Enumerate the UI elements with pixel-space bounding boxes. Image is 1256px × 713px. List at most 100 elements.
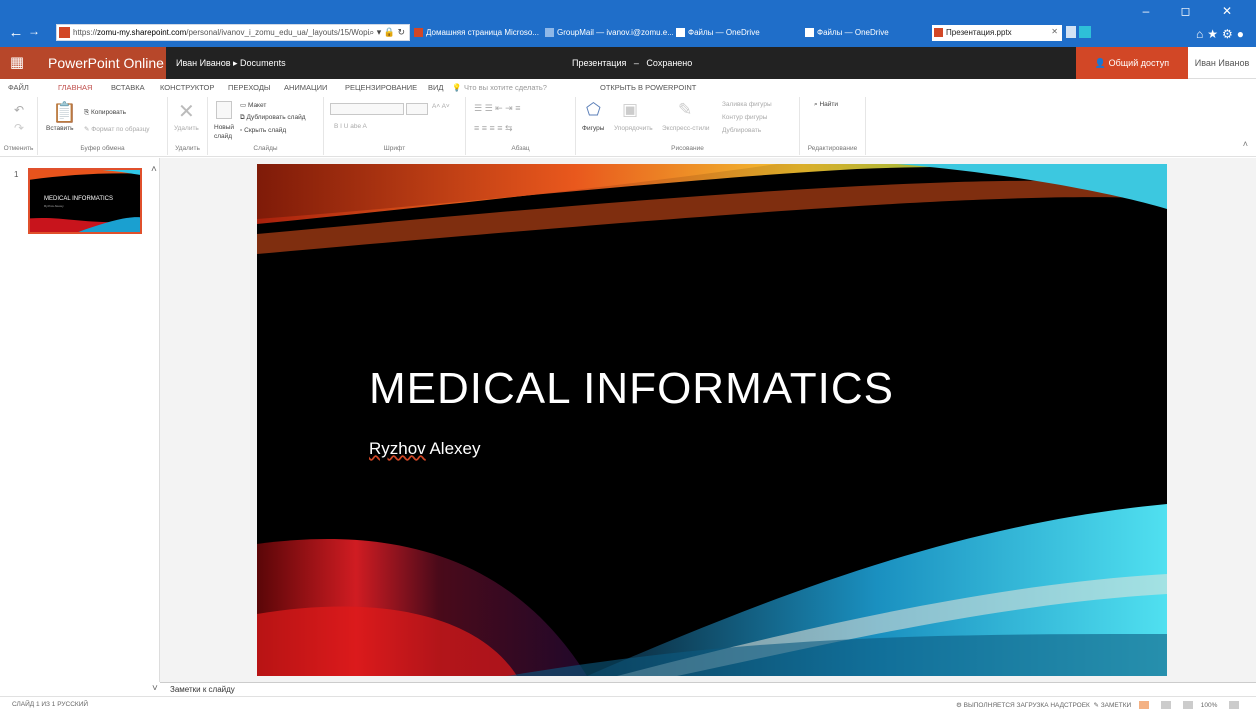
- tell-me-input[interactable]: Что вы хотите сделать?: [464, 83, 547, 92]
- close-tab-icon[interactable]: ✕: [1051, 27, 1058, 36]
- notes-status-button[interactable]: ✎ ЗАМЕТКИ: [1093, 702, 1131, 709]
- browser-tab[interactable]: Домашняя страница Microso...: [412, 25, 542, 41]
- shapes-button[interactable]: Фигуры: [582, 125, 604, 132]
- search-refresh-icon[interactable]: ⌕ ▾ 🔒 ↻: [369, 27, 405, 38]
- user-name[interactable]: Иван Иванов: [1188, 47, 1256, 79]
- shapes-icon[interactable]: ⬠: [586, 100, 601, 120]
- zoom-level[interactable]: 100%: [1201, 702, 1218, 709]
- tab-insert[interactable]: ВСТАВКА: [111, 83, 145, 92]
- layout-button[interactable]: ▭ Макет: [240, 101, 266, 109]
- undo-group: ↶ ↷ Отменить: [0, 97, 38, 155]
- scroll-down-icon[interactable]: ˅: [152, 683, 158, 694]
- redo-icon[interactable]: ↷: [14, 121, 24, 135]
- tab-label: Домашняя страница Microso...: [426, 28, 540, 37]
- fit-slide-icon[interactable]: [1229, 701, 1240, 710]
- lightbulb-icon: 💡: [452, 83, 462, 92]
- font-style-buttons[interactable]: B I U abe A: [334, 123, 367, 130]
- arrange-button[interactable]: Упорядочить: [614, 125, 653, 132]
- tab-design[interactable]: КОНСТРУКТОР: [160, 83, 214, 92]
- paste-button[interactable]: Вставить: [46, 125, 74, 132]
- undo-group-label: Отменить: [3, 145, 34, 152]
- browser-bar: ← → https://zomu-my.sharepoint.com/perso…: [0, 0, 1256, 47]
- drawing-group-label: Рисование: [671, 145, 704, 152]
- shape-fill-button[interactable]: Заливка фигуры: [722, 101, 772, 108]
- delete-icon[interactable]: ✕: [178, 99, 195, 124]
- editing-group: ⌕ Найти Редактирование: [800, 97, 866, 155]
- copy-label: Копировать: [91, 109, 127, 116]
- document-status: Презентация – Сохранено: [572, 47, 692, 79]
- onedrive-icon: [805, 28, 814, 37]
- browser-tab[interactable]: Файлы — OneDrive: [674, 25, 802, 41]
- new-slide-button[interactable]: Новый слайд: [214, 123, 240, 141]
- app-launcher-icon[interactable]: ▦: [0, 47, 34, 79]
- forward-icon[interactable]: →: [26, 24, 42, 38]
- hide-slide-button[interactable]: ▫ Скрыть слайд: [240, 127, 286, 134]
- list-buttons[interactable]: ☰ ☰ ⇤ ⇥ ≡: [474, 103, 520, 114]
- browser-tab-active[interactable]: Презентация.pptx ✕: [932, 25, 1062, 41]
- scroll-up-icon[interactable]: ˄: [151, 164, 157, 175]
- format-painter-button[interactable]: ✎ Формат по образцу: [84, 125, 150, 133]
- paragraph-group-label: Абзац: [511, 145, 530, 152]
- status-separator: –: [633, 58, 639, 68]
- window-controls[interactable]: – ◻ ✕: [1143, 4, 1246, 18]
- align-buttons[interactable]: ≡ ≡ ≡ ≡ ⇆: [474, 123, 513, 134]
- breadcrumb[interactable]: Иван Иванов ▸ Documents: [176, 47, 286, 79]
- duplicate-slide-button[interactable]: ⧉ Дублировать слайд: [240, 114, 306, 122]
- shape-outline-button[interactable]: Контур фигуры: [722, 114, 767, 121]
- site-favicon-icon: [59, 27, 70, 38]
- app-bar: ▦ PowerPoint Online Иван Иванов ▸ Docume…: [0, 47, 1256, 79]
- shape-duplicate-button[interactable]: Дублировать: [722, 127, 761, 134]
- browser-toolbar-icons[interactable]: ⌂★⚙●: [1196, 27, 1248, 41]
- mail-icon: [545, 28, 554, 37]
- slide-subtitle[interactable]: Ryzhov Alexey: [369, 439, 481, 459]
- back-icon[interactable]: ←: [8, 24, 24, 41]
- slide-thumbnail[interactable]: MEDICAL INFORMATICS Ryzhov Alexey: [28, 168, 142, 234]
- app-name[interactable]: PowerPoint Online: [34, 47, 166, 79]
- paste-icon[interactable]: 📋: [52, 100, 77, 125]
- arrange-icon[interactable]: ▣: [622, 100, 638, 120]
- slides-group-label: Слайды: [253, 145, 278, 152]
- quick-styles-button[interactable]: Экспресс-стили: [662, 125, 710, 132]
- tab-review[interactable]: РЕЦЕНЗИРОВАНИЕ: [345, 83, 417, 92]
- tab-file[interactable]: ФАЙЛ: [8, 83, 29, 92]
- new-tab-icon[interactable]: [1066, 26, 1076, 38]
- font-family-input[interactable]: [330, 103, 404, 115]
- delete-button[interactable]: Удалить: [174, 125, 199, 132]
- share-button[interactable]: 👤 Общий доступ: [1076, 47, 1188, 79]
- status-bar: СЛАЙД 1 ИЗ 1 РУССКИЙ ⚙ ВЫПОЛНЯЕТСЯ ЗАГРУ…: [0, 696, 1256, 713]
- tab-transitions[interactable]: ПЕРЕХОДЫ: [228, 83, 271, 92]
- clipboard-group: 📋 Вставить ⎘ Копировать ✎ Формат по обра…: [38, 97, 168, 155]
- font-size-input[interactable]: [406, 103, 428, 115]
- workspace: 1 MEDICAL INFORMATICS Ryzhov Alexey ˄ ME…: [0, 158, 1256, 682]
- notes-bar[interactable]: ˅ Заметки к слайду: [152, 682, 1256, 696]
- new-slide-icon[interactable]: [216, 101, 232, 119]
- sorter-view-icon[interactable]: [1160, 701, 1171, 710]
- duplicate-label: Дублировать слайд: [246, 114, 306, 121]
- find-button[interactable]: ⌕ Найти: [814, 101, 838, 109]
- tab-label: Файлы — OneDrive: [688, 28, 760, 37]
- copy-button[interactable]: ⎘ Копировать: [84, 109, 126, 117]
- ribbon-tabs: ФАЙЛ ГЛАВНАЯ ВСТАВКА КОНСТРУКТОР ПЕРЕХОД…: [0, 79, 1256, 97]
- browser-tab[interactable]: Файлы — OneDrive: [803, 25, 931, 41]
- quick-styles-icon[interactable]: ✎: [678, 100, 692, 120]
- collapse-ribbon-icon[interactable]: ˄: [1243, 139, 1248, 149]
- address-bar[interactable]: https://zomu-my.sharepoint.com/personal/…: [56, 24, 410, 41]
- slide-canvas[interactable]: MEDICAL INFORMATICS Ryzhov Alexey: [257, 164, 1167, 676]
- reading-view-icon[interactable]: [1182, 701, 1193, 710]
- open-in-powerpoint[interactable]: ОТКРЫТЬ В POWERPOINT: [600, 83, 696, 92]
- tab-animations[interactable]: АНИМАЦИИ: [284, 83, 327, 92]
- font-size-buttons[interactable]: A˄ A˅: [432, 103, 450, 110]
- undo-icon[interactable]: ↶: [14, 103, 24, 117]
- tab-home[interactable]: ГЛАВНАЯ: [58, 83, 92, 92]
- slides-group: Новый слайд ▭ Макет ⧉ Дублировать слайд …: [208, 97, 324, 155]
- browser-tab[interactable]: GroupMail — ivanov.i@zomu.e...: [543, 25, 673, 41]
- layout-label: Макет: [247, 102, 267, 109]
- extension-icon[interactable]: [1079, 26, 1091, 38]
- slide-title[interactable]: MEDICAL INFORMATICS: [369, 364, 894, 414]
- normal-view-icon[interactable]: [1138, 701, 1149, 710]
- find-label: Найти: [819, 101, 839, 108]
- tab-label: Файлы — OneDrive: [817, 28, 889, 37]
- tab-view[interactable]: ВИД: [428, 83, 443, 92]
- document-name[interactable]: Презентация: [572, 58, 626, 68]
- delete-group: ✕ Удалить Удалить: [168, 97, 208, 155]
